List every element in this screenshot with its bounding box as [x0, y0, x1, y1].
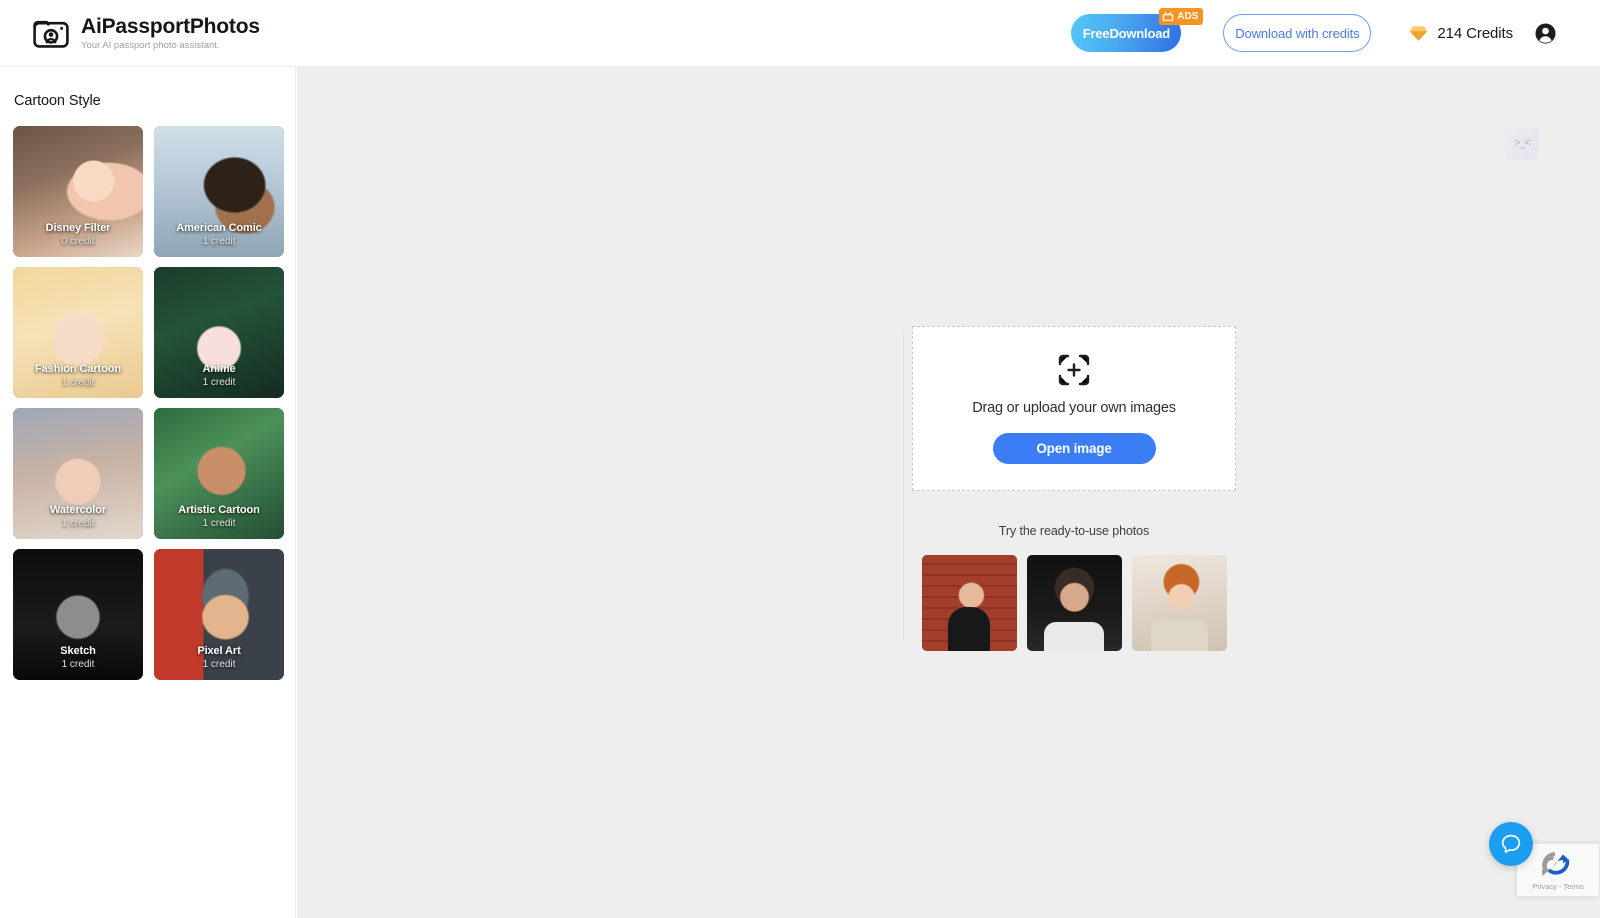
style-thumbnail — [154, 267, 284, 398]
style-thumbnail — [13, 549, 143, 680]
app-header: AiPassportPhotos Your AI passport photo … — [0, 0, 1600, 67]
style-thumbnail — [154, 549, 284, 680]
ready-photo-item[interactable] — [921, 555, 1017, 651]
help-chat-button[interactable] — [1489, 822, 1533, 866]
account-avatar-icon[interactable] — [1535, 23, 1556, 44]
ready-photo-item[interactable] — [1131, 555, 1227, 651]
gem-icon — [1410, 25, 1428, 41]
style-card-sketch[interactable]: Sketch 1 credit — [13, 549, 143, 680]
style-thumbnail — [154, 408, 284, 539]
header-actions: FreeDownload ADS Download with credits 2… — [1071, 8, 1556, 52]
credits-value: 214 Credits — [1437, 24, 1513, 42]
credits-indicator[interactable]: 214 Credits — [1409, 25, 1513, 42]
brand-logo[interactable]: AiPassportPhotos Your AI passport photo … — [33, 15, 260, 52]
free-download-wrapper: FreeDownload ADS — [1071, 8, 1204, 52]
ads-badge-label: ADS — [1177, 10, 1199, 22]
style-thumbnail — [13, 408, 143, 539]
style-sidebar: Cartoon Style Disney Filter 0 credit Ame… — [0, 67, 296, 918]
chat-bubble-icon — [1501, 834, 1521, 854]
recaptcha-logo-icon — [1541, 852, 1570, 876]
style-card-anime[interactable]: Anime 1 credit — [154, 267, 284, 398]
add-image-frame-icon — [1058, 354, 1090, 385]
style-card-fashion-cartoon[interactable]: Fashion Cartoon 1 credit — [13, 267, 143, 398]
open-image-button[interactable]: Open image — [992, 432, 1156, 464]
image-dropzone[interactable]: Drag or upload your own images Open imag… — [912, 326, 1236, 491]
style-grid: Disney Filter 0 credit American Comic 1 … — [13, 126, 295, 680]
ready-photos-label: Try the ready-to-use photos — [998, 524, 1150, 538]
tv-ad-icon — [1163, 11, 1174, 21]
download-with-credits-button[interactable]: Download with credits — [1223, 14, 1372, 52]
sticker-widget-icon[interactable]: >_< — [1505, 126, 1539, 160]
ready-photo-thumbnail — [921, 555, 1017, 651]
upload-panel: Drag or upload your own images Open imag… — [912, 326, 1236, 651]
recaptcha-terms-link[interactable]: Privacy - Terms — [1532, 882, 1584, 892]
style-thumbnail — [13, 267, 143, 398]
camera-icon — [33, 20, 69, 48]
style-thumbnail — [13, 126, 143, 257]
ready-photos-list — [912, 555, 1236, 651]
sidebar-section-title: Cartoon Style — [14, 93, 101, 109]
brand-tagline: Your AI passport photo assistant. — [81, 39, 220, 51]
ready-photo-thumbnail — [1131, 555, 1227, 651]
style-card-artistic-cartoon[interactable]: Artistic Cartoon 1 credit — [154, 408, 284, 539]
dropzone-label: Drag or upload your own images — [972, 399, 1176, 416]
ads-badge: ADS — [1159, 8, 1204, 25]
vertical-divider — [903, 333, 904, 640]
brand-title: AiPassportPhotos — [81, 14, 260, 38]
ready-photo-item[interactable] — [1026, 555, 1122, 651]
style-card-pixel-art[interactable]: Pixel Art 1 credit — [154, 549, 284, 680]
style-thumbnail — [154, 126, 284, 257]
style-card-disney-filter[interactable]: Disney Filter 0 credit — [13, 126, 143, 257]
editor-canvas: >_< Drag or upload your own images Open … — [297, 67, 1600, 918]
style-card-american-comic[interactable]: American Comic 1 credit — [154, 126, 284, 257]
style-card-watercolor[interactable]: Watercolor 1 credit — [13, 408, 143, 539]
ready-photo-thumbnail — [1026, 555, 1122, 651]
